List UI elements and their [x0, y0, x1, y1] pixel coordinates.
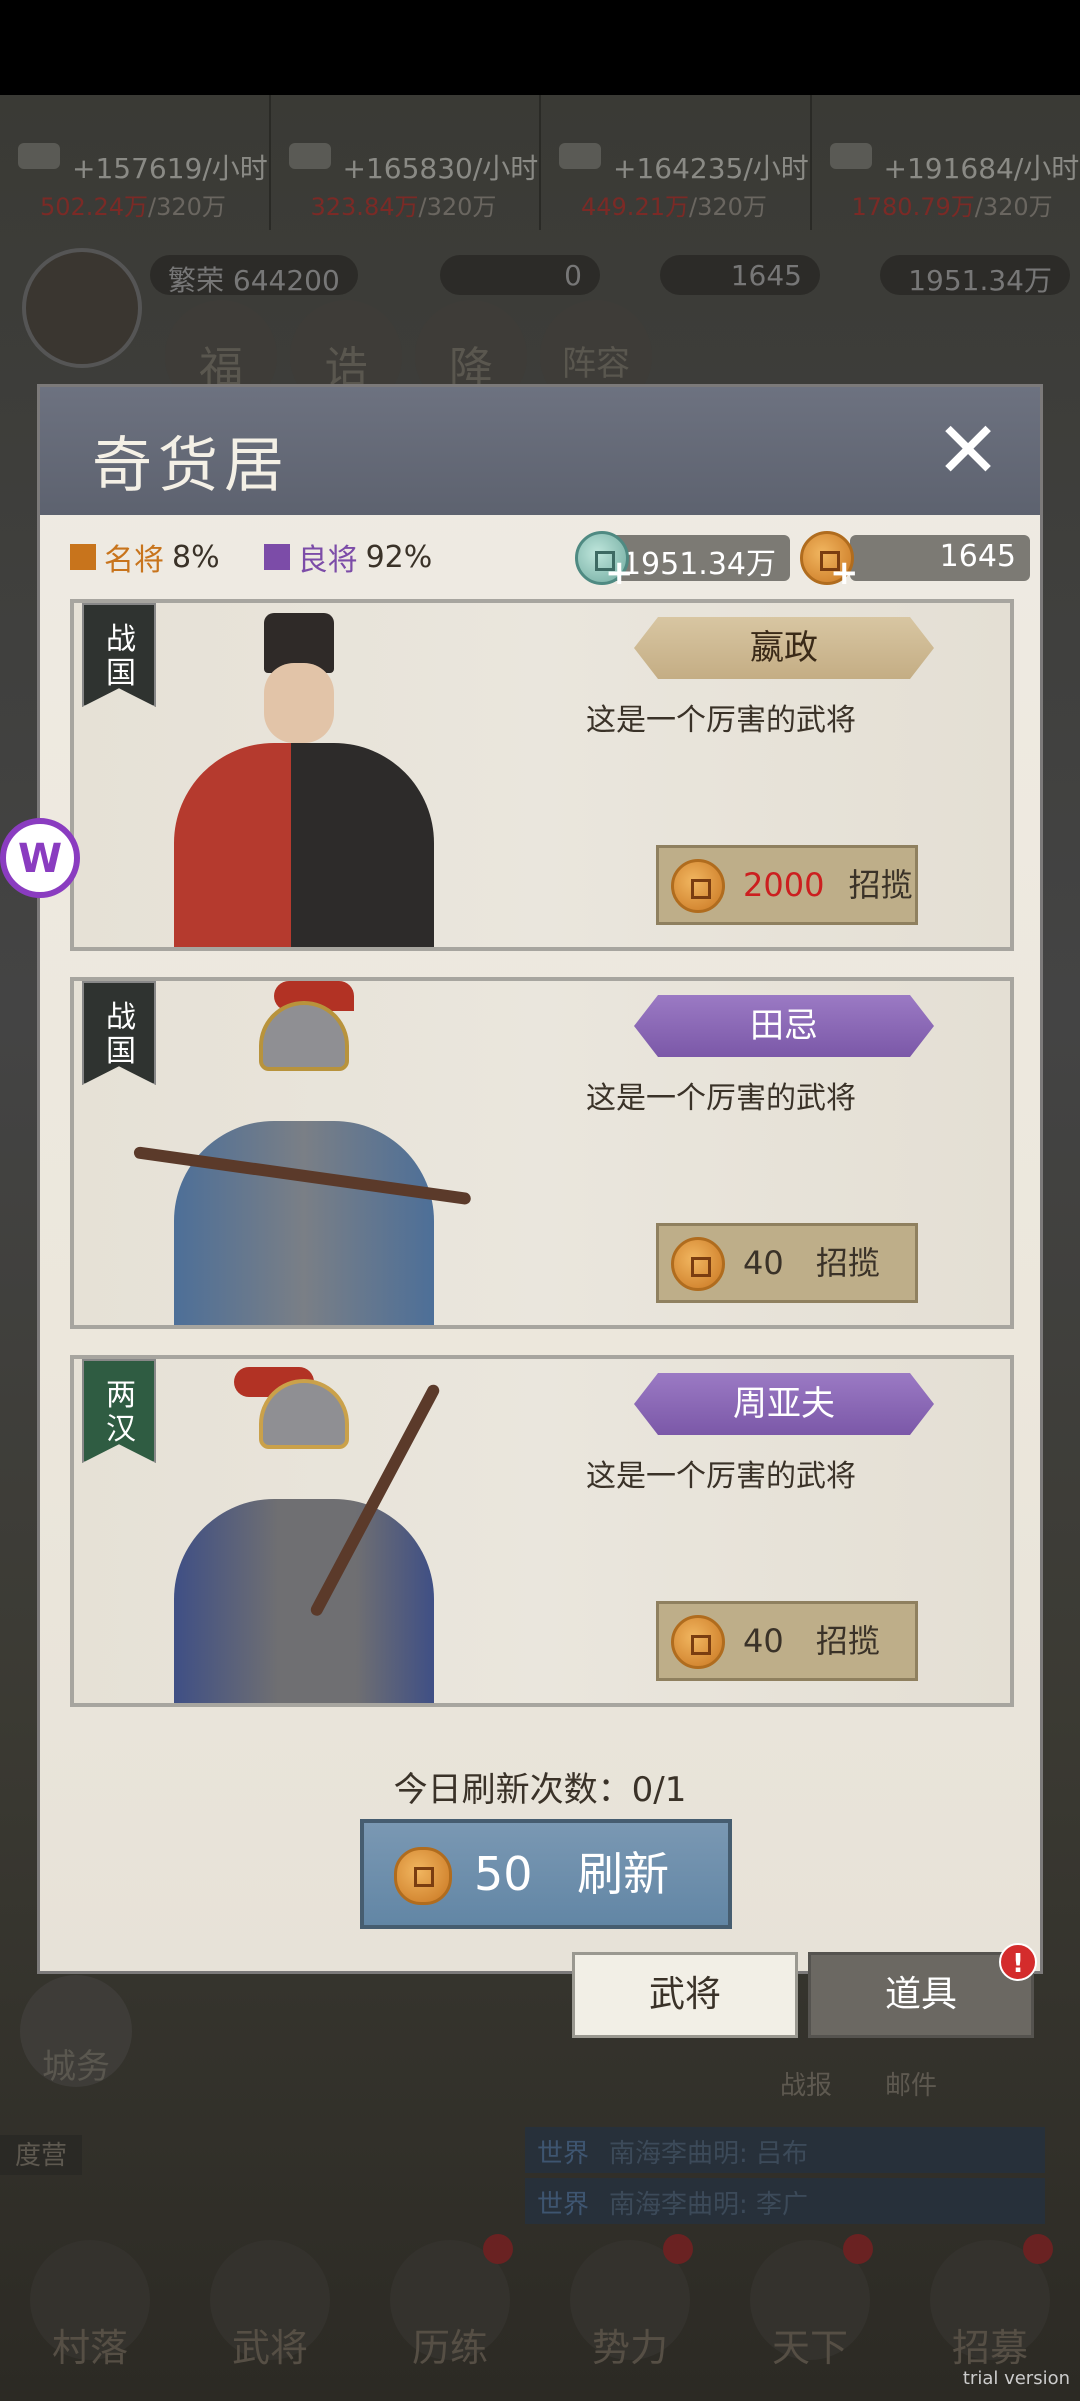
floating-app-logo[interactable]: W	[0, 818, 80, 898]
nav-faction[interactable]: 势力	[555, 2230, 705, 2380]
famous-general-label: 名将	[104, 543, 164, 578]
iron-icon	[829, 143, 872, 169]
green-resource-stat: 0	[440, 255, 600, 295]
general-description: 这是一个厉害的武将	[586, 703, 856, 738]
dispatch-label[interactable]: 度营	[0, 2135, 82, 2175]
resource-rate: +157619/小时	[72, 152, 268, 185]
recruit-label: 招揽	[815, 1622, 880, 1660]
general-name: 田忌	[634, 995, 934, 1057]
nav-training[interactable]: 历练	[375, 2230, 525, 2380]
general-description: 这是一个厉害的武将	[586, 1081, 856, 1116]
prosperity-stat: 繁荣 644200	[150, 255, 358, 297]
resource-bar: +157619/小时 502.24万/320万 +165830/小时 323.8…	[0, 95, 1080, 230]
refresh-label: 刷新	[577, 1847, 670, 1901]
resource-rate: +191684/小时	[883, 152, 1080, 185]
general-portrait	[114, 1359, 494, 1703]
modal-header: 奇货居 ✕	[40, 387, 1040, 515]
bottom-navigation: 村落 武将 历练 势力 天下 招募	[0, 2230, 1080, 2401]
general-description: 这是一个厉害的武将	[586, 1459, 856, 1494]
resource-cell: +164235/小时 449.21万/320万	[541, 95, 812, 230]
add-jade-icon[interactable]: +	[605, 553, 634, 593]
general-portrait	[114, 603, 494, 947]
resource-rate: +165830/小时	[342, 152, 539, 185]
resource-capacity: 1780.79万/320万	[851, 193, 1053, 221]
resource-capacity: 449.21万/320万	[581, 193, 767, 221]
wood-icon	[559, 143, 601, 169]
notification-dot	[843, 2234, 873, 2264]
tab-items[interactable]: 道具 !	[808, 1943, 1037, 2038]
famous-general-rate: 8%	[172, 539, 220, 575]
daily-refresh-count: 今日刷新次数：0/1	[393, 1770, 687, 1810]
add-coin-icon[interactable]: +	[830, 553, 859, 593]
good-general-label: 良将	[297, 543, 358, 578]
refresh-button[interactable]: 50 刷新	[360, 1819, 732, 1929]
recruit-label: 招揽	[848, 866, 913, 904]
battle-report-label[interactable]: 战报	[780, 2065, 832, 2102]
notification-badge: !	[999, 1943, 1037, 1981]
rarity-rates: 名将 8% 良将 92%	[70, 535, 476, 579]
recruit-button[interactable]: 2000 招揽	[656, 845, 918, 925]
recruit-cost: 40	[743, 1244, 784, 1282]
general-name: 嬴政	[634, 617, 934, 679]
nav-generals[interactable]: 武将	[195, 2230, 345, 2380]
refresh-cost: 50	[474, 1847, 533, 1901]
general-card: 战国 田忌 这是一个厉害的武将 40 招揽	[70, 977, 1014, 1329]
notification-dot	[663, 2234, 693, 2264]
resource-cell: +165830/小时 323.84万/320万	[271, 95, 541, 230]
recruit-button[interactable]: 40 招揽	[656, 1601, 918, 1681]
grain-icon	[288, 143, 331, 169]
notification-dot	[483, 2234, 513, 2264]
chat-line[interactable]: 世界 南海李曲明: 吕布	[525, 2127, 1045, 2173]
famous-general-swatch	[70, 544, 96, 570]
recruit-cost: 2000	[743, 866, 825, 904]
recruit-button[interactable]: 40 招揽	[656, 1223, 918, 1303]
general-card: 两汉 周亚夫 这是一个厉害的武将 40 招揽	[70, 1355, 1014, 1707]
general-portrait	[114, 981, 494, 1325]
coin-stat: 1645	[660, 255, 820, 295]
copper-coin-icon	[394, 1847, 452, 1905]
nav-village[interactable]: 村落	[15, 2230, 165, 2380]
chat-line[interactable]: 世界 南海李曲明: 李广	[525, 2178, 1045, 2224]
recruit-cost: 40	[743, 1622, 784, 1660]
notification-dot	[1023, 2234, 1053, 2264]
coin-balance: 1645	[850, 535, 1030, 581]
city-affairs-button[interactable]: 城务	[20, 1975, 132, 2087]
jade-stat: 1951.34万	[880, 255, 1070, 297]
nav-recruit[interactable]: 招募	[915, 2230, 1065, 2380]
good-general-swatch	[263, 544, 290, 570]
player-avatar[interactable]	[22, 248, 142, 368]
copper-coin-icon	[671, 859, 725, 913]
general-name: 周亚夫	[634, 1373, 934, 1435]
merchant-modal: 奇货居 ✕ 名将 8% 良将 92% 1951.34万 + 1645 + 战国 …	[37, 384, 1043, 1974]
tab-generals[interactable]: 武将	[572, 1952, 798, 2038]
copper-coin-icon	[671, 1615, 725, 1669]
resource-cell: +157619/小时 502.24万/320万	[0, 95, 271, 230]
general-card: 战国 嬴政 这是一个厉害的武将 2000 招揽	[70, 599, 1014, 951]
resource-cell: +191684/小时 1780.79万/320万	[812, 95, 1080, 230]
good-general-rate: 92%	[365, 539, 433, 575]
recruit-label: 招揽	[815, 1244, 880, 1282]
resource-capacity: 502.24万/320万	[40, 193, 226, 221]
resource-rate: +164235/小时	[613, 152, 809, 185]
mail-label[interactable]: 邮件	[885, 2065, 937, 2102]
nav-world[interactable]: 天下	[735, 2230, 885, 2380]
tab-items-label: 道具	[884, 1974, 957, 2015]
silver-icon	[18, 143, 60, 169]
close-icon[interactable]: ✕	[926, 409, 1010, 493]
status-bar	[0, 0, 1080, 95]
watermark: trial version	[962, 2368, 1070, 2389]
copper-coin-icon	[671, 1237, 725, 1291]
modal-title: 奇货居	[92, 431, 290, 501]
resource-capacity: 323.84万/320万	[310, 193, 497, 221]
